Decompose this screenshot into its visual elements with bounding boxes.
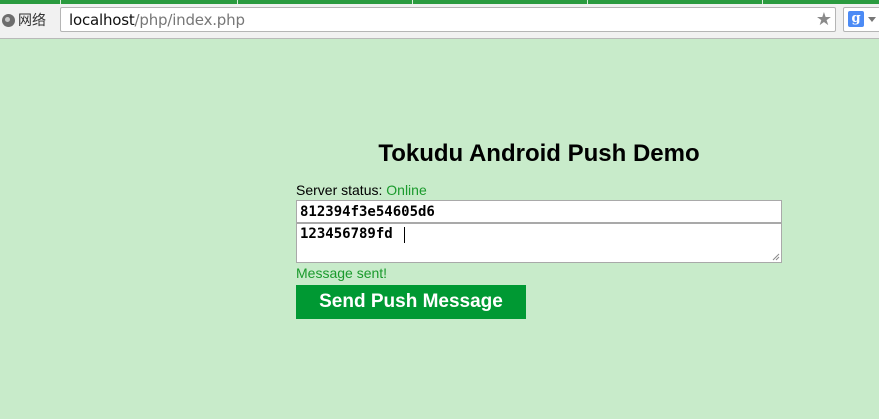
message-textarea[interactable]: 123456789fd: [296, 223, 782, 263]
chevron-down-icon: [868, 17, 876, 22]
send-push-message-button[interactable]: Send Push Message: [296, 285, 526, 319]
bookmark-star-icon[interactable]: ★: [816, 9, 832, 29]
registration-id-input[interactable]: [296, 200, 782, 223]
server-status: Server status: Online: [296, 181, 427, 199]
server-status-value: Online: [386, 182, 427, 198]
url-path: /php/index.php: [134, 11, 245, 29]
text-caret: [404, 227, 405, 243]
page-title: Tokudu Android Push Demo: [378, 140, 700, 167]
address-bar[interactable]: localhost/php/index.php ★: [60, 7, 836, 32]
send-result-message: Message sent!: [296, 265, 388, 281]
url-text[interactable]: localhost/php/index.php: [69, 11, 245, 29]
browser-toolbar: 网络 localhost/php/index.php ★ g: [0, 0, 879, 39]
google-icon: g: [848, 11, 864, 27]
server-status-label: Server status:: [296, 182, 383, 198]
tab-strip-edge: [0, 0, 879, 4]
globe-icon: [2, 13, 15, 27]
search-engine-button[interactable]: g: [843, 7, 879, 32]
url-host: localhost: [69, 11, 135, 29]
site-info-label: 网络: [18, 13, 46, 29]
site-info-button[interactable]: 网络: [2, 10, 46, 30]
